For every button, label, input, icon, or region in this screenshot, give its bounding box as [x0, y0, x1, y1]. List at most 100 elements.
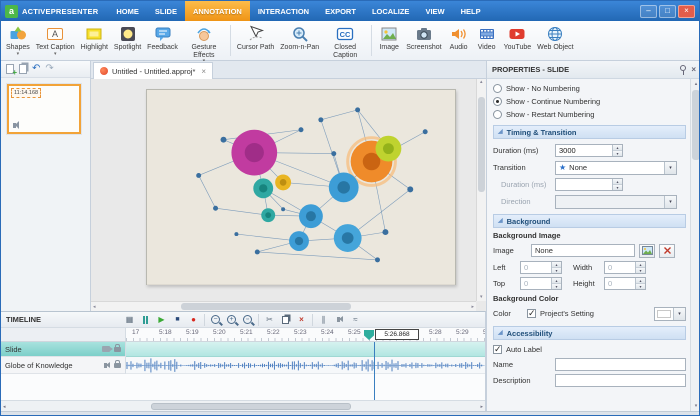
titlebar-tab-view[interactable]: VIEW — [417, 1, 452, 21]
text-caption-button[interactable]: A Text Caption▾ — [33, 23, 78, 58]
image-field[interactable]: None — [531, 244, 635, 257]
radio-button[interactable] — [493, 97, 502, 106]
transition-dropdown[interactable]: ★None ▾ — [555, 161, 677, 175]
lock-icon[interactable] — [114, 347, 121, 352]
video-button[interactable]: Video — [473, 23, 501, 58]
zoom-fit-icon[interactable]: ▫ — [241, 314, 254, 326]
scroll-down-icon[interactable]: ▾ — [691, 401, 700, 411]
spotlight-button[interactable]: Spotlight — [111, 23, 144, 58]
gesture-effects-button[interactable]: Gesture Effects▾ — [181, 23, 227, 58]
scroll-right-icon[interactable]: ▸ — [471, 305, 474, 310]
cut-range-icon[interactable]: ✂ — [263, 314, 276, 326]
camera-icon[interactable] — [102, 346, 110, 352]
scroll-down-icon[interactable]: ▾ — [480, 295, 483, 300]
playhead-line[interactable] — [374, 342, 375, 400]
duplicate-slide-icon[interactable] — [19, 64, 27, 74]
timeline-ruler[interactable]: 5:26.868 175:185:195:205:215:225:235:245… — [1, 328, 485, 342]
slide-duration-bar[interactable] — [126, 342, 485, 357]
close-panel-icon[interactable]: × — [691, 66, 696, 74]
playhead-time-badge[interactable]: 5:26.868 — [375, 329, 419, 340]
redo-icon[interactable]: ↷ — [45, 64, 53, 74]
zoom-out-icon[interactable]: − — [209, 314, 222, 326]
section-background[interactable]: ◢ Background — [493, 214, 686, 228]
slide[interactable] — [146, 89, 456, 285]
titlebar-tab-interaction[interactable]: INTERACTION — [250, 1, 317, 21]
screenshot-button[interactable]: Screenshot — [403, 23, 444, 58]
split-audio-icon[interactable]: ∥ — [317, 314, 330, 326]
section-timing-transition[interactable]: ◢ Timing & Transition — [493, 125, 686, 139]
canvas-horizontal-scrollbar[interactable]: ◂▸ — [91, 301, 476, 311]
choose-image-button[interactable] — [639, 244, 655, 258]
titlebar-tab-annotation[interactable]: ANNOTATION — [185, 1, 250, 21]
cursor-path-button[interactable]: Cursor Path — [234, 23, 277, 58]
clear-image-button[interactable] — [659, 244, 675, 258]
auto-label-checkbox[interactable] — [493, 345, 502, 354]
numbering-option-row[interactable]: Show - No Numbering — [493, 82, 686, 95]
delete-range-icon[interactable]: × — [295, 314, 308, 326]
maximize-button[interactable]: □ — [659, 5, 676, 18]
scroll-right-icon[interactable]: ▸ — [480, 404, 483, 410]
radio-button[interactable] — [493, 84, 502, 93]
shapes-button[interactable]: Shapes▾ — [3, 23, 33, 58]
speaker-icon[interactable] — [104, 363, 107, 368]
close-button[interactable]: × — [678, 5, 695, 18]
titlebar-tab-home[interactable]: HOME — [108, 1, 147, 21]
scroll-up-icon[interactable]: ▴ — [480, 80, 483, 85]
record-icon[interactable]: ● — [187, 314, 200, 326]
chevron-down-icon[interactable]: ▾ — [673, 308, 685, 320]
scroll-left-icon[interactable]: ◂ — [3, 404, 6, 410]
timeline-row-globe[interactable]: Globe of Knowledge — [1, 357, 485, 374]
timeline-ruler-labels[interactable]: 5:26.868 175:185:195:205:215:225:235:245… — [126, 328, 485, 341]
track-header-globe[interactable]: Globe of Knowledge — [1, 357, 126, 374]
closed-caption-button[interactable]: CC Closed Caption — [322, 23, 368, 58]
copy-range-icon[interactable] — [279, 314, 292, 326]
spin-down-icon[interactable]: ▾ — [613, 150, 622, 156]
audio-wave-icon[interactable]: ≈ — [349, 314, 362, 326]
youtube-button[interactable]: YouTube — [501, 23, 535, 58]
document-tab[interactable]: Untitled - Untitled.approj* × — [93, 62, 213, 79]
insert-timeline-icon[interactable]: ▦ — [123, 314, 136, 326]
undo-icon[interactable]: ↶ — [32, 64, 40, 74]
scrollbar-thumb[interactable] — [151, 403, 351, 410]
slide-thumbnail[interactable]: 11:14.168 — [7, 84, 81, 134]
duration-spinner[interactable]: 3000 ▴▾ — [555, 144, 623, 157]
titlebar-tab-help[interactable]: HELP — [453, 1, 489, 21]
feedback-button[interactable]: Feedback — [144, 23, 181, 58]
project-setting-checkbox[interactable] — [527, 309, 536, 318]
web-object-button[interactable]: Web Object — [534, 23, 576, 58]
highlight-button[interactable]: Highlight — [78, 23, 111, 58]
scrollbar-thumb[interactable] — [692, 90, 700, 160]
timeline-row-slide[interactable]: Slide — [1, 342, 485, 357]
pin-icon[interactable] — [680, 65, 686, 71]
top-spinner[interactable]: 0▴▾ — [520, 277, 562, 290]
scroll-up-icon[interactable]: ▴ — [691, 79, 700, 89]
playhead-handle[interactable] — [364, 330, 374, 340]
color-swatch-dropdown[interactable]: ▾ — [654, 307, 686, 321]
image-button[interactable]: Image — [375, 23, 403, 58]
width-spinner[interactable]: 0▴▾ — [604, 261, 646, 274]
titlebar-tab-export[interactable]: EXPORT — [317, 1, 364, 21]
radio-button[interactable] — [493, 110, 502, 119]
zoom-in-icon[interactable]: + — [225, 314, 238, 326]
timeline-horizontal-scrollbar[interactable]: ◂ ▸ — [1, 400, 485, 411]
scrollbar-thumb[interactable] — [478, 97, 485, 192]
audio-button[interactable]: Audio — [445, 23, 473, 58]
audio-volume-icon[interactable] — [333, 314, 346, 326]
lock-icon[interactable] — [114, 363, 121, 368]
section-accessibility[interactable]: ◢ Accessibility — [493, 326, 686, 340]
numbering-option-row[interactable]: Show - Restart Numbering — [493, 108, 686, 121]
properties-scrollbar[interactable]: ▴ ▾ — [690, 79, 700, 411]
chevron-down-icon[interactable]: ▾ — [664, 162, 676, 174]
minimize-button[interactable]: – — [640, 5, 657, 18]
play-icon[interactable]: ▶ — [155, 314, 168, 326]
height-spinner[interactable]: 0▴▾ — [604, 277, 646, 290]
slide-canvas[interactable]: ▴ ▾ ◂▸ — [91, 79, 486, 311]
track-header-slide[interactable]: Slide — [1, 342, 126, 357]
audio-waveform-track[interactable] — [126, 357, 485, 374]
titlebar-tab-slide[interactable]: SLIDE — [147, 1, 185, 21]
new-slide-icon[interactable] — [6, 64, 14, 74]
left-spinner[interactable]: 0▴▾ — [520, 261, 562, 274]
stop-icon[interactable]: ■ — [171, 314, 184, 326]
name-field[interactable] — [555, 358, 686, 371]
numbering-option-row[interactable]: Show - Continue Numbering — [493, 95, 686, 108]
